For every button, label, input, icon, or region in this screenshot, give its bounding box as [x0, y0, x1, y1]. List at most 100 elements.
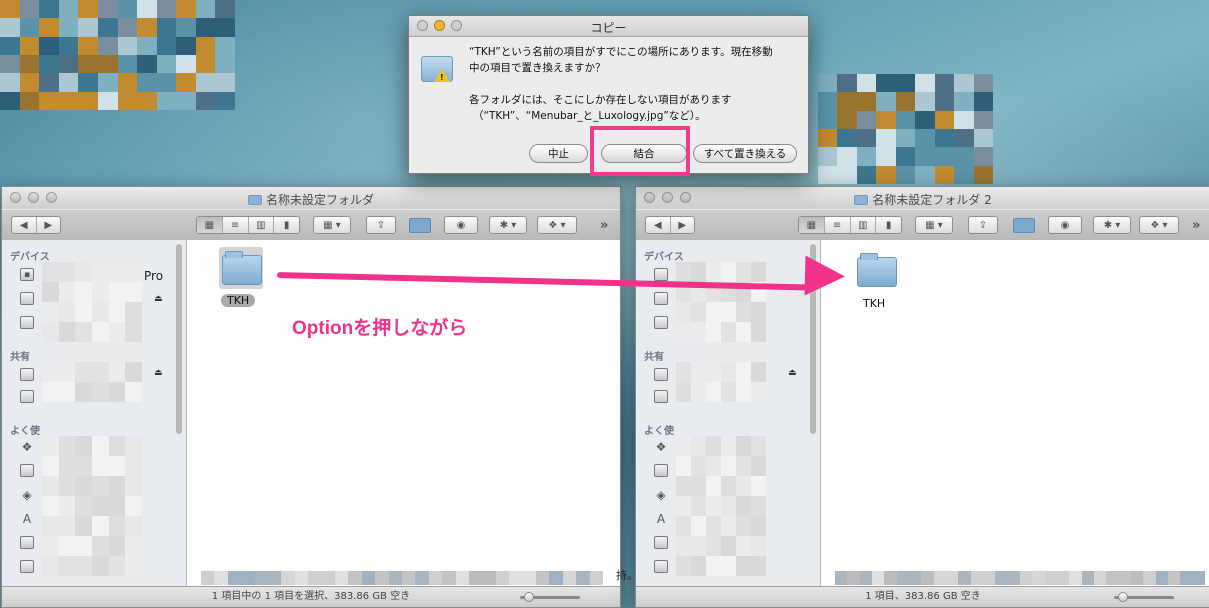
back-forward-control[interactable]: ◀ ▶	[11, 216, 61, 234]
mosaic-cell	[934, 129, 955, 148]
icon-size-slider[interactable]	[1114, 592, 1174, 602]
dropbox-icon[interactable]: ❖ ▾	[537, 216, 577, 234]
dialog-titlebar[interactable]: コピー	[409, 16, 808, 37]
annotation-text: Optionを押しながら	[292, 318, 468, 339]
mosaic-cell	[982, 571, 996, 585]
quicklook-icon[interactable]: ◉	[444, 216, 478, 234]
arrange-icon[interactable]: ▦ ▾	[313, 216, 351, 234]
mosaic-cell	[42, 476, 59, 496]
file-area[interactable]: TKH	[187, 240, 620, 587]
replace-all-button[interactable]: すべて置き換える	[693, 144, 797, 163]
back-icon[interactable]: ◀	[646, 217, 671, 233]
sidebar-scrollbar[interactable]	[176, 244, 182, 434]
horizontal-scrollbar-blurred[interactable]	[201, 571, 603, 585]
quicklook-icon[interactable]: ◉	[1048, 216, 1082, 234]
coverflow-view-icon[interactable]: ▮	[876, 217, 901, 233]
sidebar-header-shared: 共有	[644, 352, 664, 363]
sidebar[interactable]: デバイス ▪ Pro ⏏ 共有 ⏏ よく使 ❖ ◈ A	[2, 240, 187, 587]
mosaic-cell	[691, 536, 706, 556]
icon-view-icon[interactable]: ▦	[799, 217, 825, 233]
file-area[interactable]: TKH	[821, 240, 1209, 587]
mosaic-cell	[125, 516, 142, 536]
mosaic-cell	[847, 571, 860, 585]
gear-icon[interactable]: ✱ ▾	[1093, 216, 1131, 234]
folder-icon[interactable]	[1013, 218, 1035, 233]
view-mode-control[interactable]: ▦ ≡ ▥ ▮	[798, 216, 902, 234]
mosaic-cell	[125, 382, 142, 402]
stop-button[interactable]: 中止	[529, 144, 588, 163]
mosaic-cell	[1069, 571, 1082, 585]
column-view-icon[interactable]: ▥	[851, 217, 877, 233]
gear-icon[interactable]: ✱ ▾	[489, 216, 527, 234]
folder-label-tkh[interactable]: TKH	[221, 294, 256, 307]
mosaic-cell	[676, 536, 691, 556]
mosaic-cell	[973, 129, 993, 148]
mosaic-cell	[691, 516, 706, 536]
horizontal-scrollbar-blurred[interactable]	[835, 571, 1205, 585]
mosaic-cell	[91, 456, 109, 476]
folder-icon[interactable]	[409, 218, 431, 233]
arrange-icon[interactable]: ▦ ▾	[915, 216, 953, 234]
mosaic-cell	[42, 362, 59, 382]
mosaic-cell	[19, 18, 40, 37]
mosaic-cell	[509, 571, 523, 585]
mosaic-cell	[691, 456, 706, 476]
back-forward-control[interactable]: ◀ ▶	[645, 216, 695, 234]
mosaic-cell	[721, 456, 736, 476]
mosaic-cell	[856, 147, 877, 166]
mosaic-cell	[973, 92, 993, 111]
mosaic-cell	[108, 516, 126, 536]
list-view-icon[interactable]: ≡	[825, 217, 851, 233]
more-icon[interactable]: »	[1192, 218, 1200, 233]
eject-icon[interactable]: ⏏	[788, 368, 797, 378]
mosaic-cell	[933, 571, 946, 585]
icon-view-icon[interactable]: ▦	[197, 217, 223, 233]
mosaic-cell	[915, 165, 935, 184]
folder-icon[interactable]	[857, 253, 897, 287]
eject-icon[interactable]: ⏏	[154, 368, 163, 378]
mosaic-cell	[58, 0, 79, 19]
mosaic-cell	[871, 571, 885, 585]
mosaic-cell	[691, 362, 706, 382]
mosaic-cell	[334, 571, 349, 585]
finder-window-left[interactable]: 名称未設定フォルダ ◀ ▶ ▦ ≡ ▥ ▮ ▦ ▾ ⇪ ◉ ✱ ▾ ❖ ▾ » デバイス…	[1, 186, 621, 608]
folder-icon	[854, 195, 869, 205]
dropbox-icon[interactable]: ❖ ▾	[1139, 216, 1179, 234]
eject-icon[interactable]: ⏏	[154, 294, 163, 304]
folder-label-tkh[interactable]: TKH	[863, 297, 885, 310]
status-bar: 1 項目、383.86 GB 空き	[636, 586, 1209, 607]
list-view-icon[interactable]: ≡	[223, 217, 249, 233]
merge-button-highlight	[590, 126, 690, 176]
view-mode-control[interactable]: ▦ ≡ ▥ ▮	[196, 216, 300, 234]
mosaic-cell	[706, 322, 721, 342]
back-icon[interactable]: ◀	[12, 217, 37, 233]
more-icon[interactable]: »	[600, 218, 608, 233]
titlebar[interactable]: 名称未設定フォルダ 2	[636, 187, 1209, 210]
folder-icon[interactable]	[222, 251, 262, 285]
mosaic-cell	[91, 262, 109, 282]
mosaic-cell	[58, 36, 79, 55]
mosaic-cell	[818, 110, 838, 129]
coverflow-view-icon[interactable]: ▮	[274, 217, 299, 233]
titlebar[interactable]: 名称未設定フォルダ	[2, 187, 620, 210]
icon-size-slider[interactable]	[520, 592, 580, 602]
mosaic-cell	[856, 110, 877, 129]
share-icon[interactable]: ⇪	[366, 216, 396, 234]
mosaic-cell	[125, 556, 142, 576]
column-view-icon[interactable]: ▥	[249, 217, 275, 233]
device-label-suffix: Pro	[144, 269, 164, 283]
mosaic-cell	[0, 91, 20, 110]
mosaic-cell	[751, 322, 766, 342]
mosaic-cell	[0, 73, 20, 92]
computer-icon	[654, 268, 668, 281]
mosaic-cell	[1093, 571, 1107, 585]
forward-icon[interactable]: ▶	[37, 217, 61, 233]
warning-mark: !	[440, 73, 444, 82]
share-icon[interactable]: ⇪	[968, 216, 998, 234]
mosaic-cell	[721, 556, 736, 576]
mosaic-cell	[75, 516, 92, 536]
mosaic-cell	[973, 74, 993, 93]
forward-icon[interactable]: ▶	[671, 217, 695, 233]
sidebar[interactable]: デバイス 共有 ⏏ よく使 ❖ ◈ A	[636, 240, 821, 587]
finder-window-right[interactable]: 名称未設定フォルダ 2 ◀ ▶ ▦ ≡ ▥ ▮ ▦ ▾ ⇪ ◉ ✱ ▾ ❖ ▾ » デバ…	[635, 186, 1209, 608]
